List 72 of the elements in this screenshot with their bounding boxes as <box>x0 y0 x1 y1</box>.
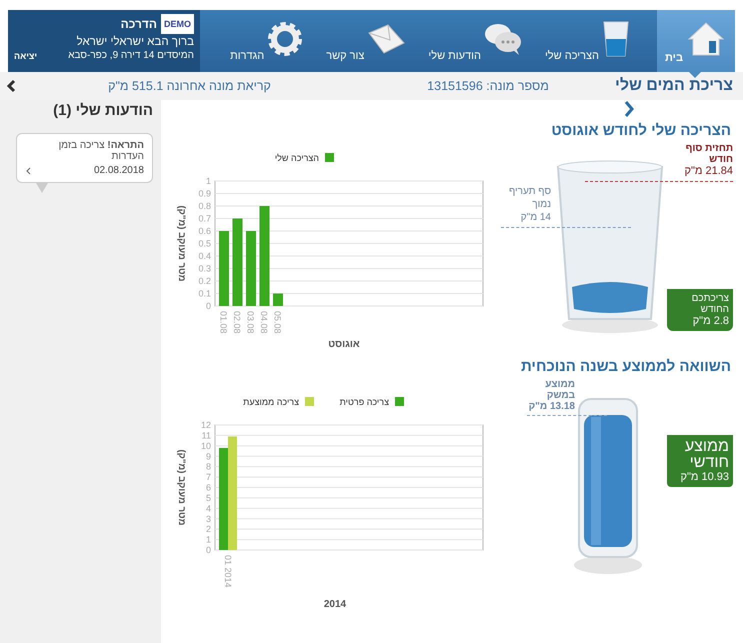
forecast-value: 21.84 מ"ק <box>683 165 733 177</box>
x-tick-label: 01 2014 <box>223 555 233 588</box>
page-title: צריכת המים שלי <box>614 77 733 95</box>
y-tick-label: 0 <box>206 301 211 311</box>
y-tick-label: 1 <box>206 534 211 545</box>
nav-tab[interactable]: צור קשר <box>320 10 412 72</box>
x-tick-label: 02.08 <box>232 311 242 334</box>
chat-bubbles-icon <box>482 22 523 56</box>
demo-badge: DEMO <box>161 14 194 34</box>
y-tick-label: 8 <box>206 462 211 472</box>
household-average-value: 13.18 מ"ק <box>528 401 575 412</box>
sidebar-title: הודעות שלי (1) <box>52 102 153 119</box>
y-tick-label: 0.6 <box>198 226 211 236</box>
x-tick-label: 05.08 <box>272 311 282 334</box>
forecast-label: תחזית סוף חודש <box>684 143 733 165</box>
y-tick-label: 7 <box>206 472 211 482</box>
greeting-text: ברוך הבא ישראלי ישראל <box>76 36 194 48</box>
legend-item[interactable]: צריכה ממוצעת <box>243 397 314 407</box>
y-tick-label: 1 <box>206 176 211 186</box>
y-axis-title: מטר מעוקב (מ"ק) <box>176 450 187 526</box>
envelope-icon <box>366 23 406 55</box>
legend-item[interactable]: הצריכה שלי <box>274 153 334 163</box>
y-tick-label: 0.4 <box>198 251 211 261</box>
y-tick-label: 9 <box>206 451 211 462</box>
y-tick-label: 0.5 <box>198 238 211 248</box>
x-tick-label: 01.08 <box>218 311 228 334</box>
y-tick-label: 3 <box>206 514 211 524</box>
monthly-average-callout: ממוצע חודשי 10.93 מ"ק <box>667 435 733 487</box>
nav-tab[interactable]: הצריכה שלי <box>538 10 637 72</box>
section-title: השוואה לממוצע בשנה הנוכחית <box>520 358 732 375</box>
x-axis-title: אוגוסט <box>328 339 360 350</box>
bar <box>273 294 283 306</box>
address-text: המיסדים 14 דירה 9, כפר-סבא <box>68 50 194 61</box>
glass-icon <box>600 19 631 59</box>
y-tick-label: 0.1 <box>198 288 211 298</box>
y-tick-label: 0.7 <box>198 214 211 224</box>
chevron-left-icon[interactable] <box>25 166 31 174</box>
chevron-right-icon[interactable] <box>623 100 635 118</box>
x-tick-label: 04.08 <box>259 311 269 334</box>
y-axis-title: מטר מעוקב (מ"ק) <box>176 206 187 282</box>
y-tick-label: 10 <box>200 440 211 451</box>
y-tick-label: 12 <box>200 420 211 430</box>
tier-value: 14 מ"ק <box>520 211 551 224</box>
legend-label: צריכה ממוצעת <box>243 397 300 407</box>
y-tick-label: 11 <box>202 430 211 440</box>
current-consumption-callout: צריכתכם החודש 2.8 מ"ק <box>667 289 733 331</box>
y-tick-label: 0.3 <box>198 264 211 274</box>
logout-link[interactable]: יציאה <box>14 50 38 60</box>
chevron-left-icon[interactable] <box>6 79 16 93</box>
nav-tab[interactable]: הגדרות <box>224 10 310 72</box>
section-title: הצריכה שלי לחודש אוגוסט <box>550 122 732 139</box>
guide-link[interactable]: הדרכה <box>120 17 157 31</box>
y-tick-label: 5 <box>206 492 211 503</box>
settings-icon <box>266 20 304 58</box>
legend-item[interactable]: צריכה פרטית <box>340 397 404 407</box>
y-tick-label: 0.9 <box>198 188 211 198</box>
legend-label: צריכה פרטית <box>340 397 390 407</box>
y-tick-label: 4 <box>206 503 211 514</box>
y-tick-label: 0.8 <box>198 201 211 211</box>
nav-tab[interactable]: הודעות שלי <box>422 10 529 72</box>
y-tick-label: 6 <box>206 482 211 492</box>
bubble-tail <box>36 183 48 193</box>
legend-label: הצריכה שלי <box>274 153 319 163</box>
y-tick-label: 0 <box>206 545 211 555</box>
y-tick-label: 2 <box>206 524 211 534</box>
household-average-label: ממוצע במשק <box>544 379 575 401</box>
meter-number: מספר מונה: 13151596 <box>426 79 550 93</box>
x-tick-label: 03.08 <box>246 311 256 334</box>
tier-label: סף תעריף נמוך <box>508 185 551 211</box>
last-reading-text: קריאת מונה אחרונה 515.1 מ"ק <box>107 79 272 93</box>
y-tick-label: 0.2 <box>198 276 211 286</box>
year-caption: 2014 <box>324 599 346 610</box>
